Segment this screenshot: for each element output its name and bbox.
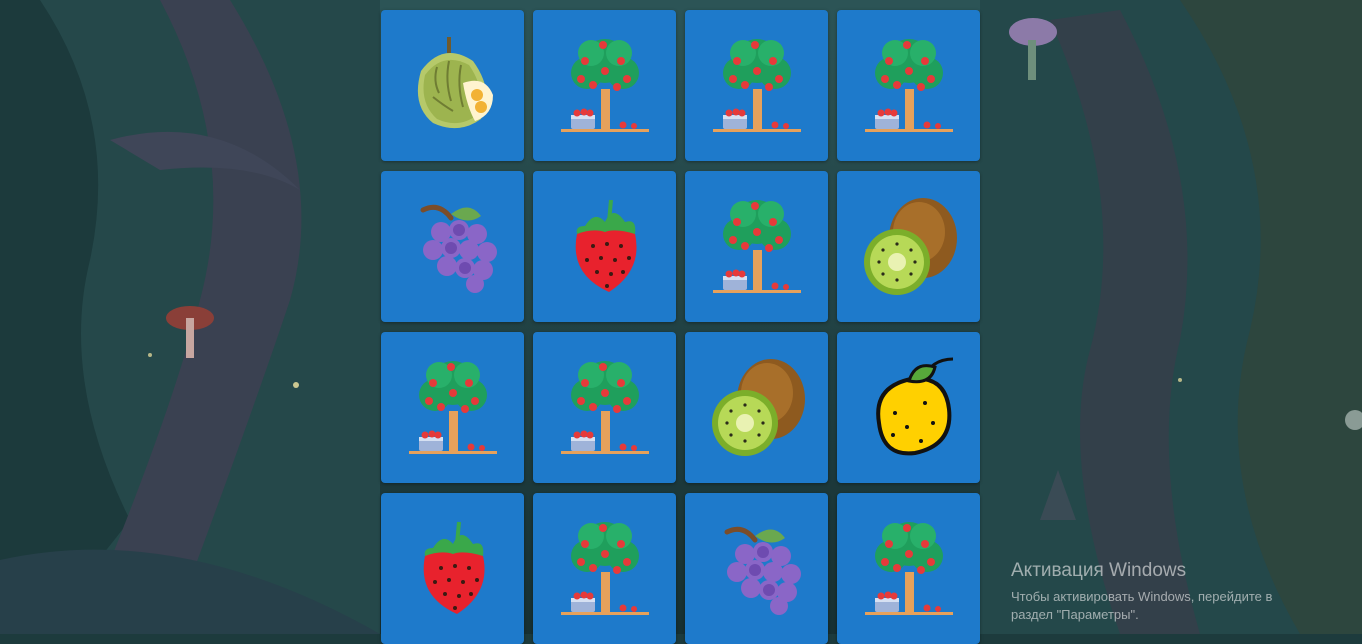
card-2[interactable]: [533, 10, 676, 161]
strawberry-icon: [423, 521, 485, 614]
card-4[interactable]: [837, 10, 980, 161]
card-8[interactable]: [837, 171, 980, 322]
card-10[interactable]: [533, 332, 676, 483]
kiwi-icon: [863, 197, 957, 295]
card-14[interactable]: [533, 493, 676, 644]
card-9[interactable]: [381, 332, 524, 483]
apple-tree-icon: [560, 38, 649, 132]
grapes-icon: [420, 204, 497, 293]
windows-activation-watermark: Активация Windows Чтобы активировать Win…: [1011, 560, 1341, 624]
card-11[interactable]: [685, 332, 828, 483]
watermark-text: Чтобы активировать Windows, перейдите в …: [1011, 588, 1341, 624]
durian-icon: [417, 36, 493, 128]
kiwi-icon: [711, 358, 805, 456]
watermark-line-1: Чтобы активировать Windows, перейдите в: [1011, 589, 1273, 604]
apple-tree-icon: [560, 521, 649, 615]
watermark-line-2: раздел "Параметры".: [1011, 607, 1139, 622]
apple-tree-icon: [864, 38, 953, 132]
apple-tree-icon: [408, 360, 497, 454]
lemon-icon: [875, 357, 953, 455]
grapes-icon: [724, 526, 801, 615]
apple-tree-icon: [712, 38, 801, 132]
card-15[interactable]: [685, 493, 828, 644]
strawberry-icon: [575, 199, 637, 292]
card-16[interactable]: [837, 493, 980, 644]
card-13[interactable]: [381, 493, 524, 644]
card-3[interactable]: [685, 10, 828, 161]
apple-tree-icon: [864, 521, 953, 615]
apple-tree-icon: [560, 360, 649, 454]
watermark-title: Активация Windows: [1011, 560, 1187, 581]
card-6[interactable]: [533, 171, 676, 322]
apple-tree-icon: [712, 199, 801, 293]
card-5[interactable]: [381, 171, 524, 322]
game-board: [381, 10, 980, 644]
card-12[interactable]: [837, 332, 980, 483]
card-1[interactable]: [381, 10, 524, 161]
card-7[interactable]: [685, 171, 828, 322]
